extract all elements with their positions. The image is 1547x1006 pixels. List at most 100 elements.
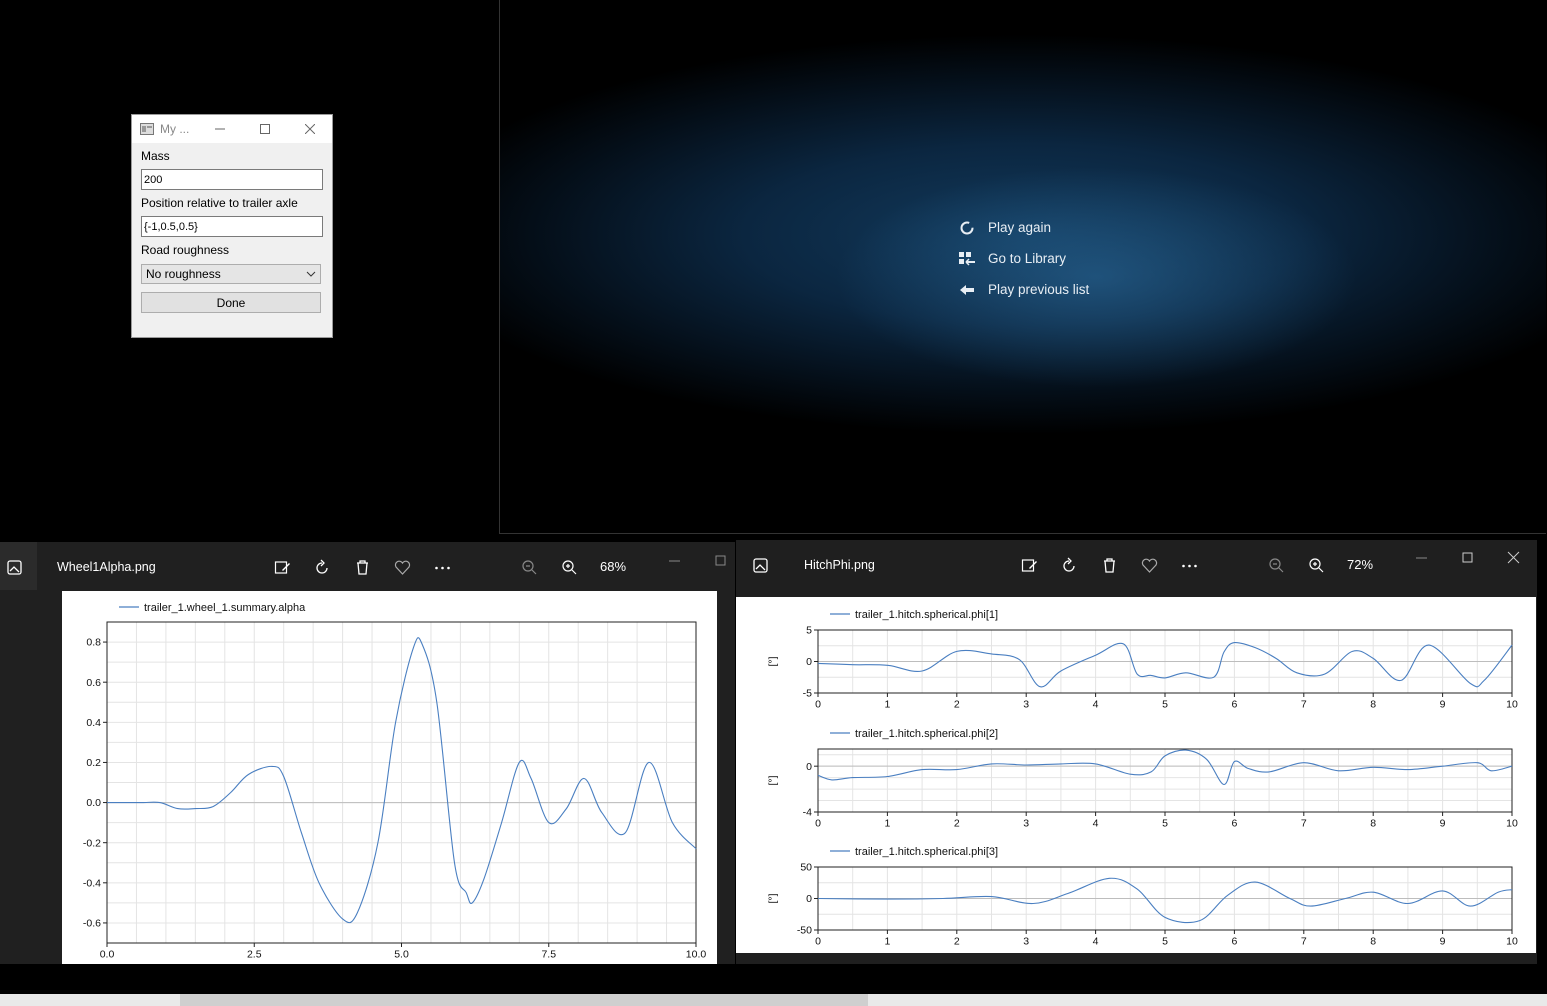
rotate-button[interactable]	[1059, 555, 1079, 575]
position-input[interactable]	[141, 216, 323, 237]
dialog-title: My ...	[160, 122, 190, 136]
dialog-title-bar[interactable]: My ...	[132, 115, 332, 143]
viewer-maximize-button[interactable]	[710, 550, 730, 570]
roughness-selected-value: No roughness	[146, 267, 221, 281]
y-tick-label: -0.2	[83, 837, 101, 849]
viewer-minimize-button[interactable]	[664, 550, 684, 570]
position-label: Position relative to trailer axle	[141, 196, 298, 210]
minimize-icon	[1415, 557, 1427, 558]
y-tick-label: 5	[806, 625, 812, 637]
viewer-close-button[interactable]	[1503, 547, 1523, 567]
replay-icon	[960, 221, 974, 234]
x-tick-label: 1	[884, 936, 890, 948]
hitch-phi-charts: 0 1 2 3 4 5 6 7 8 9 1050-5[°]trailer_1.hitch.spher…	[767, 609, 1518, 948]
delete-button[interactable]	[1099, 555, 1119, 575]
taskbar-apps	[180, 994, 868, 1006]
minimize-icon	[668, 560, 680, 561]
x-tick-label: 7	[1301, 699, 1307, 711]
rotate-icon	[315, 559, 328, 574]
x-tick-label: 10	[1506, 818, 1518, 830]
x-tick-label: 2	[954, 818, 960, 830]
maximize-icon	[1462, 552, 1472, 562]
rotate-icon	[1062, 557, 1075, 572]
viewer-maximize-button[interactable]	[1457, 547, 1477, 567]
favorite-button[interactable]	[1139, 555, 1159, 575]
alpha-chart: 0.0 2.5 5.0 7.5 10.0 0.8 0.6 0.4 0.2 0.0 -0.2 -0.4 -…	[83, 602, 707, 961]
x-tick-label: 7	[1301, 818, 1307, 830]
photos-app-icon-button[interactable]	[4, 557, 24, 577]
zoom-level: 68%	[600, 559, 627, 574]
zoom-in-button[interactable]	[1306, 555, 1326, 575]
legend-label: trailer_1.hitch.spherical.phi[1]	[855, 609, 998, 621]
x-tick-label: 8	[1370, 818, 1376, 830]
rotate-button[interactable]	[312, 557, 332, 577]
y-tick-label: 0.2	[86, 757, 101, 769]
y-axis-label: [°]	[767, 656, 779, 666]
legend-label: trailer_1.hitch.spherical.phi[2]	[855, 728, 998, 740]
x-tick-label: 5	[1162, 818, 1168, 830]
x-tick-label: 0	[815, 818, 821, 830]
y-axis-label: [°]	[767, 893, 779, 903]
x-tick-label: 2	[954, 699, 960, 711]
photos-app-icon-button[interactable]	[750, 555, 770, 575]
y-tick-label: -0.6	[83, 918, 101, 930]
done-button[interactable]: Done	[141, 292, 321, 313]
zoom-in-icon	[1308, 557, 1323, 572]
x-tick-label: 3	[1023, 936, 1029, 948]
maximize-icon	[259, 124, 270, 134]
favorite-button[interactable]	[392, 557, 412, 577]
zoom-out-icon	[521, 559, 536, 574]
x-tick-label: 8	[1370, 699, 1376, 711]
viewer-minimize-button[interactable]	[1411, 547, 1431, 567]
trash-icon	[356, 559, 368, 575]
zoom-out-button[interactable]	[1266, 555, 1286, 575]
close-icon	[1507, 551, 1519, 563]
x-tick-label: 0.0	[100, 949, 115, 961]
y-tick-label: 0.6	[86, 677, 101, 689]
x-tick-label: 5	[1162, 699, 1168, 711]
x-tick-label: 4	[1093, 699, 1099, 711]
x-tick-label: 3	[1023, 818, 1029, 830]
edit-button[interactable]	[272, 557, 292, 577]
zoom-out-button[interactable]	[519, 557, 539, 577]
image-canvas[interactable]: 0 1 2 3 4 5 6 7 8 9 10 5 0 -5 [°] trailer_1.hitch.spher…	[736, 597, 1536, 953]
zoom-in-icon	[561, 559, 576, 574]
y-axis-label: [°]	[767, 775, 779, 785]
trash-icon	[1103, 557, 1115, 573]
roughness-select[interactable]: No roughness	[141, 264, 321, 284]
x-tick-label: 9	[1440, 699, 1446, 711]
x-tick-label: 1	[884, 699, 890, 711]
parameters-dialog: My ... Mass Position relative to trailer…	[131, 114, 333, 338]
photo-viewer-wheel1alpha: Wheel1Alpha.png 68% 0.0 2.5 5.0 7.5 10.0 0.8 0…	[0, 542, 735, 964]
play-previous-list-label: Play previous list	[988, 282, 1090, 297]
maximize-button[interactable]	[242, 115, 287, 143]
play-previous-list-button[interactable]: Play previous list	[958, 274, 1089, 305]
x-tick-label: 10	[1506, 936, 1518, 948]
edit-image-icon	[274, 560, 290, 574]
x-tick-label: 10.0	[686, 949, 707, 961]
more-options-button[interactable]	[1179, 555, 1199, 575]
viewer-filename: Wheel1Alpha.png	[57, 560, 156, 574]
close-button[interactable]	[287, 115, 332, 143]
x-tick-label: 7.5	[541, 949, 556, 961]
zoom-level: 72%	[1347, 557, 1374, 572]
image-canvas[interactable]: 0.0 2.5 5.0 7.5 10.0 0.8 0.6 0.4 0.2 0.0 -0.2 -0.4 -…	[62, 591, 717, 964]
go-to-library-button[interactable]: Go to Library	[958, 243, 1089, 274]
x-tick-label: 3	[1023, 699, 1029, 711]
x-tick-label: 8	[1370, 936, 1376, 948]
edit-button[interactable]	[1019, 555, 1039, 575]
more-options-button[interactable]	[432, 557, 452, 577]
y-tick-label: 0.0	[86, 797, 101, 809]
mass-input[interactable]	[141, 169, 323, 190]
y-tick-label: -50	[797, 925, 812, 937]
end-of-playback-menu: Play again Go to Library Play previous l…	[958, 212, 1089, 305]
zoom-in-button[interactable]	[559, 557, 579, 577]
heart-icon	[394, 560, 410, 575]
legend-label: trailer_1.hitch.spherical.phi[3]	[855, 846, 998, 858]
delete-button[interactable]	[352, 557, 372, 577]
play-again-button[interactable]: Play again	[958, 212, 1089, 243]
minimize-button[interactable]	[197, 115, 242, 143]
go-to-library-label: Go to Library	[988, 251, 1067, 266]
y-tick-label: 50	[800, 862, 812, 874]
library-icon	[959, 251, 975, 266]
